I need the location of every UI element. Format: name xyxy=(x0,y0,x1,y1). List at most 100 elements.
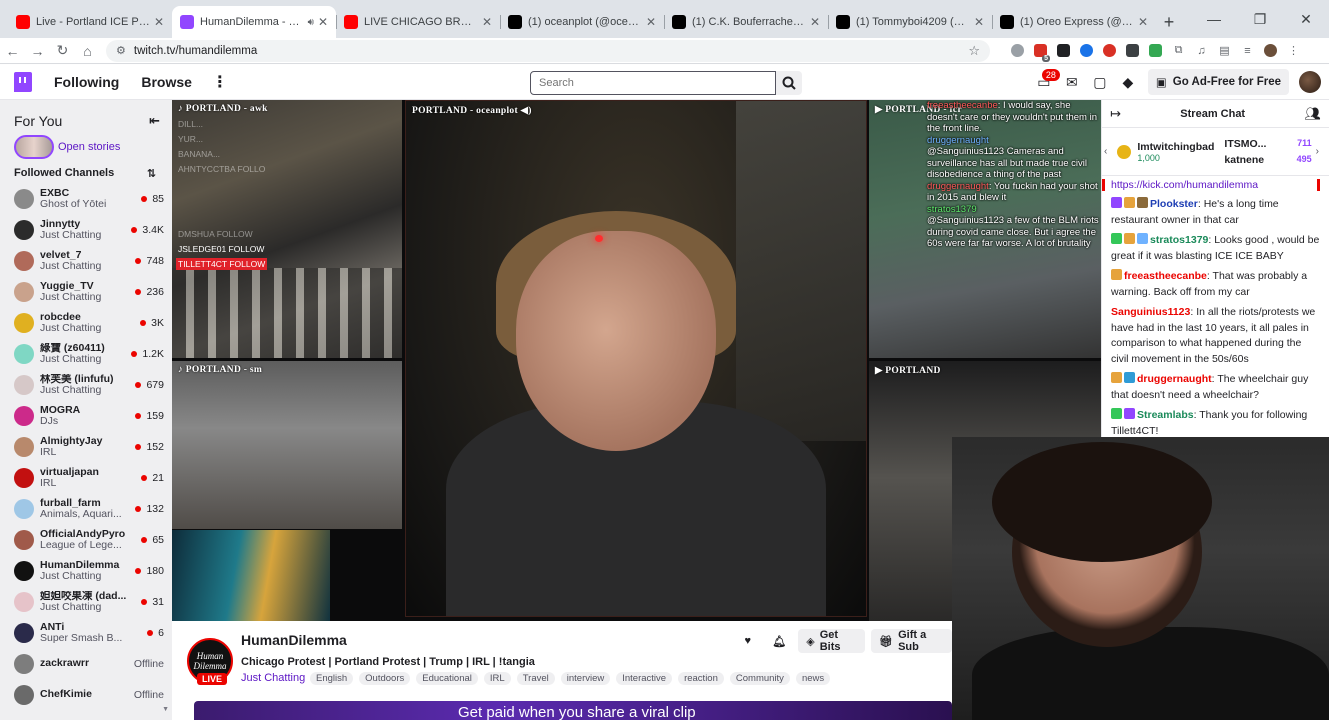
whispers-button[interactable]: ✉ xyxy=(1058,68,1086,96)
sidebar-channel[interactable]: velvet_7 Just Chatting 748 xyxy=(0,245,172,276)
browser-tab[interactable]: (1) Tommyboi4209 (@Tommy4 ✕ xyxy=(828,6,992,38)
chat-username[interactable]: freeastheecanbe xyxy=(1124,270,1207,282)
sidebar-channel[interactable]: EXBC Ghost of Yōtei 85 xyxy=(0,183,172,214)
sidebar-channel[interactable]: ANTi Super Smash B... 6 xyxy=(0,617,172,648)
leaderboard-entry[interactable]: katnene 495 xyxy=(1224,154,1311,166)
close-tab-icon[interactable]: ✕ xyxy=(318,15,328,29)
url-text[interactable]: twitch.tv/humandilemma xyxy=(134,45,968,57)
close-tab-icon[interactable]: ✕ xyxy=(154,15,164,29)
close-tab-icon[interactable]: ✕ xyxy=(646,15,656,29)
close-tab-icon[interactable]: ✕ xyxy=(974,15,984,29)
site-info-icon[interactable]: ⚙ xyxy=(116,44,126,57)
sidebar-channel[interactable]: virtualjapan IRL 21 xyxy=(0,462,172,493)
open-stories-link[interactable]: Open stories xyxy=(58,141,120,153)
stream-category-link[interactable]: Just Chatting xyxy=(241,672,305,684)
sidebar-channel[interactable]: OfficialAndyPyro League of Lege... 65 xyxy=(0,524,172,555)
close-window-button[interactable]: ✕ xyxy=(1283,0,1329,38)
chat-username[interactable]: Sanguinius1123 xyxy=(1111,306,1190,318)
close-tab-icon[interactable]: ✕ xyxy=(482,15,492,29)
chat-username[interactable]: Plookster xyxy=(1150,198,1198,210)
stream-tag[interactable]: Travel xyxy=(516,672,555,685)
stream-tag[interactable]: IRL xyxy=(483,672,511,685)
sidebar-channel[interactable]: Jinnytty Just Chatting 3.4K xyxy=(0,214,172,245)
stories-row[interactable]: Open stories xyxy=(0,132,172,162)
media-control-icon[interactable]: ♫ xyxy=(1192,42,1211,60)
browser-tab[interactable]: LIVE CHICAGO BROADVIEW ✕ xyxy=(336,6,500,38)
collapse-chat-icon[interactable]: ↦ xyxy=(1110,106,1121,122)
more-options-icon[interactable]: ⋮ xyxy=(212,72,228,92)
forward-icon[interactable]: → xyxy=(25,39,50,63)
leaderboard-next-icon[interactable]: › xyxy=(1316,146,1327,157)
sidebar-channel[interactable]: MOGRA DJs 159 xyxy=(0,400,172,431)
extension-icon[interactable] xyxy=(1100,42,1119,60)
follow-heart-button[interactable]: ♥ xyxy=(735,629,761,653)
sidebar-channel[interactable]: furball_farm Animals, Aquari... 132 xyxy=(0,493,172,524)
stream-tag[interactable]: interview xyxy=(560,672,611,685)
stream-tag[interactable]: Community xyxy=(729,672,790,685)
menu-lines-icon[interactable]: ≡ xyxy=(1238,42,1257,60)
extensions-puzzle-icon[interactable]: ⧉ xyxy=(1169,42,1188,60)
search-button[interactable] xyxy=(776,71,802,95)
collapse-sidebar-icon[interactable]: ⇤ xyxy=(149,113,160,129)
stream-tag[interactable]: Educational xyxy=(416,672,478,685)
leaderboard-first-name[interactable]: Imtwitchingbad xyxy=(1137,141,1214,153)
sidebar-channel[interactable]: zackrawrr Offline xyxy=(0,648,172,679)
community-users-icon[interactable]: 👥︎ xyxy=(1304,106,1321,122)
new-tab-button[interactable]: + xyxy=(1156,6,1182,38)
profile-avatar[interactable] xyxy=(1261,42,1280,60)
shield-extension-icon[interactable] xyxy=(1123,42,1142,60)
sidebar-channel[interactable]: ChefKimie Offline xyxy=(0,679,172,710)
extension-icon[interactable] xyxy=(1077,42,1096,60)
browser-tab[interactable]: Live - Portland ICE Protest - Yo ✕ xyxy=(8,6,172,38)
stream-tag[interactable]: news xyxy=(795,672,831,685)
browser-menu-icon[interactable]: ⋮ xyxy=(1284,42,1303,60)
close-tab-icon[interactable]: ✕ xyxy=(1138,15,1148,29)
extension-icon[interactable] xyxy=(1146,42,1165,60)
stream-tag[interactable]: Interactive xyxy=(616,672,673,685)
sidebar-channel[interactable]: AlmightyJay IRL 152 xyxy=(0,431,172,462)
chat-username[interactable]: Streamlabs xyxy=(1137,409,1194,421)
notification-bell-button[interactable]: 🔔︎ xyxy=(767,629,793,653)
back-icon[interactable]: ← xyxy=(0,39,25,63)
chat-username[interactable]: druggernaught xyxy=(1137,373,1212,385)
sidebar-channel[interactable]: robcdee Just Chatting 3K xyxy=(0,307,172,338)
following-link[interactable]: Following xyxy=(54,74,119,90)
leaderboard-entry[interactable]: ITSMO... 711 xyxy=(1224,138,1311,150)
adblock-extension-icon[interactable]: 5 xyxy=(1031,42,1050,62)
browser-tab[interactable]: (1) oceanplot (@oceanplot) / X ✕ xyxy=(500,6,664,38)
stream-tag[interactable]: English xyxy=(310,672,354,685)
notifications-button[interactable]: ▭ 28 xyxy=(1030,68,1060,96)
close-tab-icon[interactable]: ✕ xyxy=(810,15,820,29)
tab-audio-icon[interactable]: 🔊︎ xyxy=(308,17,314,28)
maximize-button[interactable]: ❐ xyxy=(1237,0,1283,38)
reload-icon[interactable]: ↻ xyxy=(50,39,75,63)
sidebar-channel[interactable]: Yuggie_TV Just Chatting 236 xyxy=(0,276,172,307)
stream-tag[interactable]: reaction xyxy=(678,672,724,685)
chat-username[interactable]: stratos1379 xyxy=(1150,234,1208,246)
sidebar-channel[interactable]: 妲妲咬果凍 (dad... Just Chatting 31 xyxy=(0,586,172,617)
stream-tag[interactable]: Outdoors xyxy=(359,672,411,685)
user-avatar[interactable] xyxy=(1299,71,1321,93)
browser-tab[interactable]: (1) Oreo Express (@OreoExpre ✕ xyxy=(992,6,1156,38)
browser-tab[interactable]: HumanDilemma - Twitch 🔊︎ ✕ xyxy=(172,6,336,38)
sidebar-channel[interactable]: HumanDilemma Just Chatting 180 xyxy=(0,555,172,586)
address-bar[interactable]: ⚙ twitch.tv/humandilemma ☆ xyxy=(106,39,990,62)
home-icon[interactable]: ⌂ xyxy=(75,39,100,63)
chat-bubble-button[interactable]: ▢ xyxy=(1086,68,1114,96)
get-bits-button[interactable]: ◈ Get Bits xyxy=(798,629,866,653)
channel-name[interactable]: HumanDilemma xyxy=(241,632,347,648)
bookmark-star-icon[interactable]: ☆ xyxy=(968,43,980,59)
viral-clip-promo-banner[interactable]: Get paid when you share a viral clip xyxy=(194,701,952,720)
bits-button[interactable]: ◆ xyxy=(1114,68,1142,96)
twitch-logo-icon[interactable] xyxy=(14,72,32,92)
browse-link[interactable]: Browse xyxy=(141,74,192,90)
gift-sub-button[interactable]: 🎁︎ Gift a Sub xyxy=(871,629,952,653)
minimize-button[interactable]: — xyxy=(1191,0,1237,38)
sidebar-channel[interactable]: 林芙美 (linfufu) Just Chatting 679 xyxy=(0,369,172,400)
sidebar-channel[interactable]: 綠寶 (z60411) Just Chatting 1.2K xyxy=(0,338,172,369)
leaderboard-prev-icon[interactable]: ‹ xyxy=(1104,146,1115,157)
extension-icon[interactable] xyxy=(1054,42,1073,60)
search-input[interactable] xyxy=(530,71,776,95)
kick-link[interactable]: https://kick.com/humandilemma xyxy=(1102,179,1320,191)
sort-icon[interactable]: ⇅ xyxy=(147,167,156,180)
